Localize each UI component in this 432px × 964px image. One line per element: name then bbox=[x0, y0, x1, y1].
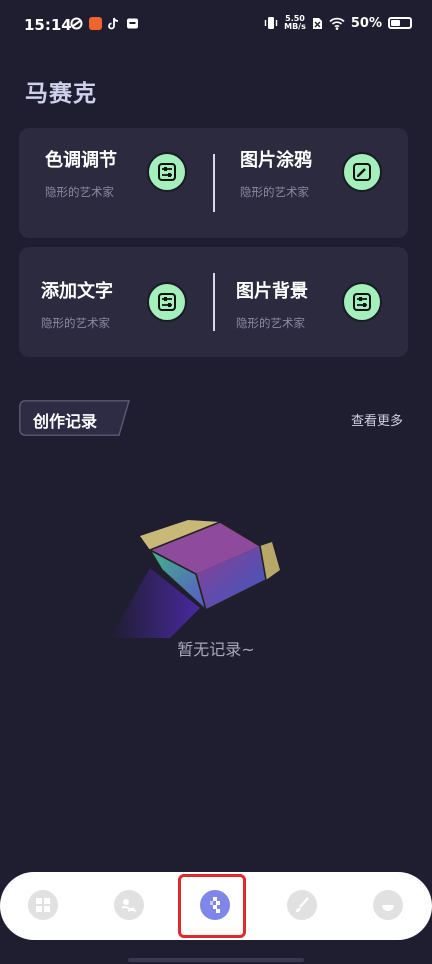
notification-icons bbox=[70, 17, 139, 30]
feature-name: 色调调节 bbox=[45, 150, 117, 171]
page-title: 马赛克 bbox=[25, 81, 97, 107]
feature-add-text[interactable]: 添加文字 隐形的艺术家 bbox=[19, 247, 213, 357]
wifi-icon bbox=[329, 17, 345, 30]
records-section-tag: 创作记录 bbox=[19, 400, 131, 436]
feature-desc: 隐形的艺术家 bbox=[41, 316, 110, 330]
status-time: 15:14 bbox=[24, 16, 72, 34]
selected-tab-highlight bbox=[178, 874, 246, 938]
home-indicator bbox=[128, 958, 304, 962]
swirl-icon bbox=[70, 17, 83, 30]
tiktok-icon bbox=[108, 17, 119, 30]
app-badge-icon bbox=[89, 17, 102, 30]
feature-name: 图片涂鸦 bbox=[240, 150, 312, 171]
sliders-icon bbox=[342, 282, 382, 322]
records-title: 创作记录 bbox=[33, 412, 98, 431]
grid-icon bbox=[36, 898, 50, 912]
network-speed: 5.50 MB/s bbox=[284, 15, 306, 31]
face-icon bbox=[382, 905, 394, 911]
feature-desc: 隐形的艺术家 bbox=[240, 185, 309, 199]
feature-desc: 隐形的艺术家 bbox=[236, 316, 305, 330]
feature-tone-adjust[interactable]: 色调调节 隐形的艺术家 bbox=[19, 128, 213, 238]
tab-face[interactable] bbox=[373, 890, 403, 920]
brush-icon bbox=[296, 897, 309, 913]
feature-background[interactable]: 图片背景 隐形的艺术家 bbox=[214, 247, 408, 357]
store-icon bbox=[127, 18, 138, 29]
palette-icon bbox=[121, 899, 137, 912]
speed-unit: MB/s bbox=[284, 22, 306, 31]
feature-name: 添加文字 bbox=[41, 281, 113, 302]
tab-brush[interactable] bbox=[287, 890, 317, 920]
sliders-icon bbox=[147, 282, 187, 322]
vibrate-icon bbox=[264, 17, 278, 29]
feature-desc: 隐形的艺术家 bbox=[45, 185, 114, 199]
status-right: 5.50 MB/s 50% bbox=[264, 15, 412, 31]
status-bar: 15:14 5.50 MB/s 50% bbox=[0, 0, 432, 52]
edit-icon bbox=[342, 152, 382, 192]
tab-grid[interactable] bbox=[28, 890, 58, 920]
battery-icon bbox=[388, 17, 412, 29]
sim-off-icon bbox=[312, 17, 322, 29]
feature-card-row-2: 添加文字 隐形的艺术家 图片背景 隐形的艺术家 bbox=[19, 247, 408, 357]
empty-box-illustration bbox=[110, 520, 280, 638]
tab-palette[interactable] bbox=[114, 890, 144, 920]
feature-doodle[interactable]: 图片涂鸦 隐形的艺术家 bbox=[214, 128, 408, 238]
feature-card-row-1: 色调调节 隐形的艺术家 图片涂鸦 隐形的艺术家 bbox=[19, 128, 408, 238]
sliders-icon bbox=[147, 152, 187, 192]
battery-percent: 50% bbox=[350, 15, 382, 31]
feature-name: 图片背景 bbox=[236, 281, 308, 302]
empty-state-text: 暂无记录~ bbox=[177, 640, 255, 659]
view-more-link[interactable]: 查看更多 bbox=[351, 410, 403, 429]
